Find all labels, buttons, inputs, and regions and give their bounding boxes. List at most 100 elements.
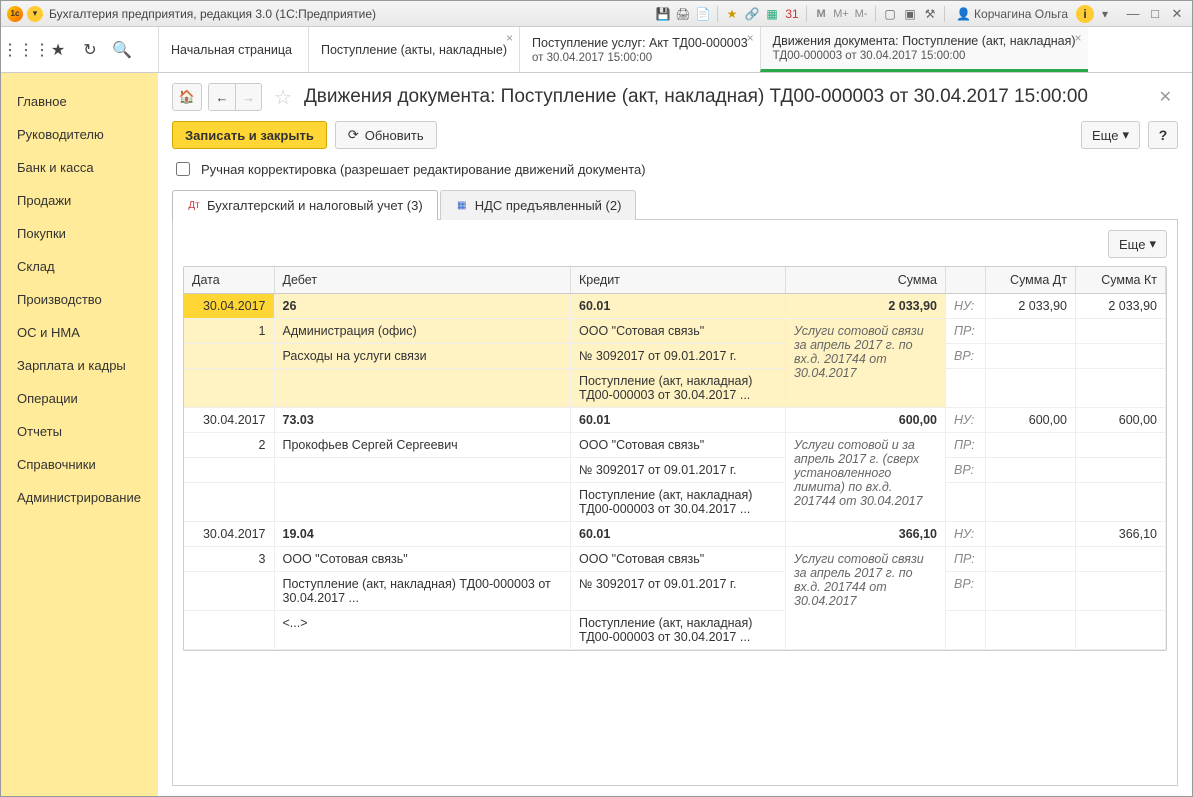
sidebar-item[interactable]: Зарплата и кадры	[1, 349, 158, 382]
back-button[interactable]: ←	[209, 84, 235, 110]
cell-debit-line: <...>	[274, 611, 571, 650]
manual-edit-checkbox[interactable]	[176, 162, 190, 176]
cell-credit-line: № 3092017 от 09.01.2017 г.	[571, 572, 786, 611]
cell-empty	[986, 369, 1076, 408]
cell-debit-line: Расходы на услуги связи	[274, 344, 571, 369]
accounting-icon: Дт	[187, 199, 201, 213]
help-button[interactable]: ?	[1148, 121, 1178, 149]
col-sumdt[interactable]: Сумма Дт	[986, 267, 1076, 294]
user-name: Корчагина Ольга	[974, 7, 1068, 21]
top-tab[interactable]: Начальная страница	[158, 27, 308, 72]
table-subrow[interactable]: Поступление (акт, накладная) ТД00-000003…	[184, 369, 1166, 408]
cell-sum: 600,00	[786, 408, 946, 433]
cell-empty	[184, 483, 274, 522]
inner-tab[interactable]: ▦НДС предъявленный (2)	[440, 190, 637, 220]
table-subrow[interactable]: 2 Прокофьев Сергей Сергеевич ООО "Сотова…	[184, 433, 1166, 458]
sidebar-item[interactable]: Продажи	[1, 184, 158, 217]
tab-close-icon[interactable]: ×	[1075, 31, 1082, 45]
calc-icon[interactable]: ▦	[763, 5, 781, 23]
sidebar-item[interactable]: ОС и НМА	[1, 316, 158, 349]
maximize-button[interactable]: □	[1146, 6, 1164, 22]
vat-icon: ▦	[455, 199, 469, 213]
cell-tag-nu: НУ:	[946, 522, 986, 547]
top-tab[interactable]: Поступление услуг: Акт ТД00-000003от 30.…	[519, 27, 760, 72]
cell-credit-account: 60.01	[571, 294, 786, 319]
table-subrow[interactable]: 1 Администрация (офис) ООО "Сотовая связ…	[184, 319, 1166, 344]
manual-edit-label: Ручная корректировка (разрешает редактир…	[201, 162, 646, 177]
col-credit[interactable]: Кредит	[571, 267, 786, 294]
col-debit[interactable]: Дебет	[274, 267, 571, 294]
tab-close-icon[interactable]: ×	[747, 31, 754, 45]
cell-debit-line: Администрация (офис)	[274, 319, 571, 344]
cell-empty	[986, 458, 1076, 483]
sidebar-item[interactable]: Склад	[1, 250, 158, 283]
more-button[interactable]: Еще▾	[1081, 121, 1140, 149]
calendar-icon[interactable]: 31	[783, 5, 801, 23]
forward-button[interactable]: →	[235, 84, 261, 110]
info-icon[interactable]: i	[1076, 5, 1094, 23]
save-close-button[interactable]: Записать и закрыть	[172, 121, 327, 149]
col-sumkt[interactable]: Сумма Кт	[1076, 267, 1166, 294]
user-info[interactable]: 👤 Корчагина Ольга	[956, 7, 1068, 21]
page-icon[interactable]: ▢	[881, 5, 899, 23]
settings-icon[interactable]: ⚒	[921, 5, 939, 23]
tab-label: Поступление (акты, накладные)	[321, 43, 507, 57]
home-button[interactable]: 🏠	[172, 83, 202, 111]
memory-mminus-icon[interactable]: M-	[852, 5, 870, 23]
link-icon[interactable]: 🔗	[743, 5, 761, 23]
cell-sum-kt: 600,00	[1076, 408, 1166, 433]
col-date[interactable]: Дата	[184, 267, 274, 294]
print-icon[interactable]: 🖨	[674, 5, 692, 23]
sidebar-item[interactable]: Администрирование	[1, 481, 158, 514]
search-icon[interactable]: 🔍	[111, 39, 133, 61]
app-menu-icon[interactable]: ▾	[27, 6, 43, 22]
inner-tab[interactable]: ДтБухгалтерский и налоговый учет (3)	[172, 190, 438, 220]
table-subrow[interactable]: Поступление (акт, накладная) ТД00-000003…	[184, 572, 1166, 611]
sidebar-item[interactable]: Руководителю	[1, 118, 158, 151]
cell-debit-line	[274, 458, 571, 483]
memory-m-icon[interactable]: M	[812, 5, 830, 23]
top-tab[interactable]: Поступление (акты, накладные)×	[308, 27, 519, 72]
table-subrow[interactable]: <...> Поступление (акт, накладная) ТД00-…	[184, 611, 1166, 650]
close-page-icon[interactable]: ✕	[1153, 87, 1178, 107]
cell-tag-pr: ПР:	[946, 319, 986, 344]
cell-number: 1	[184, 319, 274, 344]
table-subrow[interactable]: № 3092017 от 09.01.2017 г. ВР:	[184, 458, 1166, 483]
windows-icon[interactable]: ▣	[901, 5, 919, 23]
grid-more-button[interactable]: Еще▾	[1108, 230, 1167, 258]
refresh-button[interactable]: ⟳Обновить	[335, 121, 437, 149]
table-row[interactable]: 30.04.2017 19.04 60.01 366,10 НУ: 366,10	[184, 522, 1166, 547]
tab-close-icon[interactable]: ×	[506, 31, 513, 45]
table-row[interactable]: 30.04.2017 26 60.01 2 033,90 НУ: 2 033,9…	[184, 294, 1166, 319]
close-button[interactable]: ✕	[1168, 6, 1186, 22]
cell-tag-vr: ВР:	[946, 458, 986, 483]
top-tab[interactable]: Движения документа: Поступление (акт, на…	[760, 27, 1088, 72]
sidebar-item[interactable]: Операции	[1, 382, 158, 415]
cell-empty	[986, 611, 1076, 650]
sidebar-item[interactable]: Главное	[1, 85, 158, 118]
sidebar: ГлавноеРуководителюБанк и кассаПродажиПо…	[1, 73, 158, 796]
doc-icon[interactable]: 📄	[694, 5, 712, 23]
apps-icon[interactable]: ⋮⋮⋮	[15, 39, 37, 61]
accounting-grid: Дата Дебет Кредит Сумма Сумма Дт Сумма К…	[183, 266, 1167, 651]
history-icon[interactable]: ↻	[79, 39, 101, 61]
dropdown-icon[interactable]: ▾	[1096, 5, 1114, 23]
favorite-star-icon[interactable]: ☆	[274, 85, 292, 110]
star-nav-icon[interactable]: ★	[47, 39, 69, 61]
table-subrow[interactable]: 3 ООО "Сотовая связь" ООО "Сотовая связь…	[184, 547, 1166, 572]
sidebar-item[interactable]: Отчеты	[1, 415, 158, 448]
col-sum[interactable]: Сумма	[786, 267, 946, 294]
table-row[interactable]: 30.04.2017 73.03 60.01 600,00 НУ: 600,00…	[184, 408, 1166, 433]
minimize-button[interactable]: —	[1124, 6, 1142, 22]
sidebar-item[interactable]: Банк и касса	[1, 151, 158, 184]
sidebar-item[interactable]: Покупки	[1, 217, 158, 250]
favorite-icon[interactable]: ★	[723, 5, 741, 23]
save-icon[interactable]: 💾	[654, 5, 672, 23]
sidebar-item[interactable]: Справочники	[1, 448, 158, 481]
col-tag[interactable]	[946, 267, 986, 294]
table-subrow[interactable]: Поступление (акт, накладная) ТД00-000003…	[184, 483, 1166, 522]
memory-mplus-icon[interactable]: M+	[832, 5, 850, 23]
cell-empty	[1076, 344, 1166, 369]
table-subrow[interactable]: Расходы на услуги связи № 3092017 от 09.…	[184, 344, 1166, 369]
sidebar-item[interactable]: Производство	[1, 283, 158, 316]
